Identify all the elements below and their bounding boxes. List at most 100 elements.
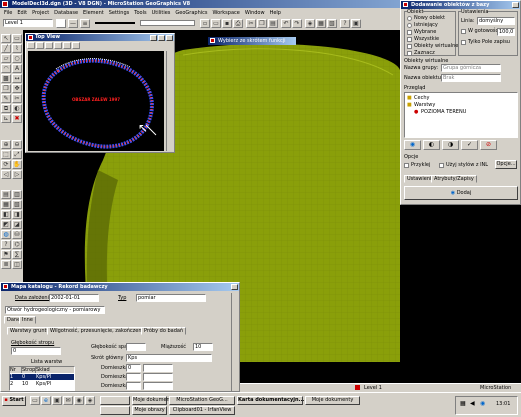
copy-icon[interactable]: ❐ <box>257 19 267 28</box>
level-select[interactable]: Level 1 <box>3 19 53 27</box>
survey-dialog-close-button[interactable] <box>231 284 238 290</box>
menu-help[interactable]: Help <box>270 10 281 16</box>
view-close-button[interactable] <box>166 35 173 41</box>
color-button[interactable] <box>56 19 66 28</box>
menu-file[interactable]: File <box>4 10 12 16</box>
top-view-canvas[interactable]: OBSZAR ZALEW 1997 ↖ <box>28 51 164 151</box>
view-next-icon[interactable]: ▷ <box>12 170 22 179</box>
zoom-in-icon[interactable]: ⊕ <box>1 140 11 149</box>
geographics-tool-1-icon[interactable]: ▤ <box>1 190 11 199</box>
view-tb-5-icon[interactable] <box>63 42 71 49</box>
save-icon[interactable]: ▪ <box>222 19 232 28</box>
task-button-2[interactable] <box>100 406 130 415</box>
table-row[interactable]: 2 10 Kps/Pl <box>10 381 74 387</box>
object-name-select[interactable]: Brak <box>441 74 501 82</box>
tab-warstwy-gruntu[interactable]: Warstwy gruntu <box>7 327 53 335</box>
readiness-input[interactable]: 100,0 <box>497 28 515 36</box>
menu-element[interactable]: Element <box>83 10 104 16</box>
menu-settings[interactable]: Settings <box>109 10 130 16</box>
column-header-sklad[interactable]: Skład <box>36 367 72 373</box>
tree-tool-5-icon[interactable]: ⊘ <box>480 140 497 150</box>
tree-tool-1-icon[interactable]: ◉ <box>404 140 421 150</box>
tree-tool-4-icon[interactable]: ✓ <box>461 140 478 150</box>
print-icon[interactable]: ⎙ <box>233 19 243 28</box>
view-maximize-button[interactable] <box>158 35 165 41</box>
description-input[interactable]: Otwór hydrogeologiczny - pomiarowy <box>5 306 105 314</box>
pan-view-icon[interactable]: ✋ <box>12 160 22 169</box>
feature-tree[interactable]: ■ Cechy ■ Warstwy ● POZIOMA TERENU <box>404 92 518 138</box>
view-tb-3-icon[interactable] <box>45 42 53 49</box>
menu-utilities[interactable]: Utilities <box>152 10 171 16</box>
references-icon[interactable]: ▦ <box>316 19 326 28</box>
add-objects-close-button[interactable] <box>512 2 519 8</box>
trim-tool-icon[interactable]: ✂ <box>12 94 22 103</box>
model-icon[interactable]: ◈ <box>305 19 315 28</box>
task-button-karta[interactable]: Karta dokumentacyjn... <box>237 396 304 405</box>
dimension-tool-icon[interactable]: ↔ <box>12 74 22 83</box>
change-attr-tool-icon[interactable]: ◐ <box>12 104 22 113</box>
cut-icon[interactable]: ✂ <box>246 19 256 28</box>
new-object-radio[interactable] <box>407 16 412 21</box>
topology-tool-icon[interactable]: ⌬ <box>12 240 22 249</box>
tray-app-icon[interactable]: ◉ <box>480 400 485 407</box>
select-tool-icon[interactable]: ↖ <box>1 34 11 43</box>
tree-item-warstwy[interactable]: Warstwy <box>414 102 435 108</box>
menu-window[interactable]: Window <box>245 10 265 16</box>
floating-dialog-title[interactable]: Wybierz ze skrótem funkcji <box>208 37 296 45</box>
task-button-microstation[interactable]: MicroStation GeoG... <box>169 396 235 405</box>
all-checkbox[interactable] <box>407 37 412 42</box>
options-button[interactable]: Opcje... <box>495 160 517 169</box>
line-tool-icon[interactable]: ╱ <box>1 44 11 53</box>
redo-icon[interactable]: ↷ <box>292 19 302 28</box>
quicklaunch-desktop-icon[interactable]: ▭ <box>30 396 40 405</box>
clock[interactable]: 13:01 <box>496 401 510 407</box>
thickness-input[interactable]: 10 <box>193 343 213 351</box>
readiness-checkbox[interactable] <box>461 29 466 34</box>
date-input[interactable]: 2002-01-01 <box>49 294 99 302</box>
tree-item-poziomica[interactable]: POZIOMA TERENU <box>421 109 466 115</box>
admixture-input-1b[interactable] <box>143 364 173 372</box>
selected-checkbox[interactable] <box>407 30 412 35</box>
geographics-tool-6-icon[interactable]: ◨ <box>12 210 22 219</box>
glue-checkbox[interactable] <box>404 163 409 168</box>
mark-checkbox[interactable] <box>407 51 412 56</box>
view-vertical-scrollbar[interactable] <box>166 51 173 151</box>
copy-tool-icon[interactable]: ❐ <box>1 84 11 93</box>
arc-tool-icon[interactable]: ◠ <box>1 64 11 73</box>
database-tool-icon[interactable]: ⛁ <box>12 230 22 239</box>
weight-button[interactable]: ≡ <box>80 19 90 28</box>
type-input[interactable]: pomiar <box>136 294 206 302</box>
task-button-my-documents-2[interactable]: Moje dokumenty <box>305 396 360 405</box>
circle-tool-icon[interactable]: ○ <box>12 54 22 63</box>
undo-icon[interactable]: ↶ <box>281 19 291 28</box>
analysis-tool-icon[interactable]: ∑ <box>12 250 22 259</box>
main-symbol-input[interactable]: Kps <box>126 354 212 362</box>
table-row[interactable]: 1 0 Kps/Pl <box>10 374 74 380</box>
polyline-tool-icon[interactable]: ⌇ <box>12 44 22 53</box>
task-button-1[interactable] <box>100 396 130 405</box>
geographics-tool-4-icon[interactable]: ▧ <box>12 200 22 209</box>
tree-item-cechy[interactable]: Cechy <box>414 95 429 101</box>
admixture-input-2[interactable] <box>126 373 141 381</box>
virtual-objects-checkbox[interactable] <box>407 44 412 49</box>
layer-tool-icon[interactable]: ≣ <box>1 260 11 269</box>
quicklaunch-app2-icon[interactable]: ◈ <box>85 396 95 405</box>
group-name-select[interactable]: Grupa górnicza <box>441 64 501 72</box>
subtab-inne[interactable]: Inne <box>19 316 36 324</box>
admixture-input-3[interactable] <box>126 382 141 390</box>
paste-icon[interactable]: ▤ <box>268 19 278 28</box>
linia-select[interactable]: domyślny <box>477 17 515 25</box>
quicklaunch-explorer-icon[interactable]: ▣ <box>52 396 62 405</box>
rotate-view-icon[interactable]: ⟳ <box>1 160 11 169</box>
fit-view-icon[interactable]: ⤢ <box>12 150 22 159</box>
use-styles-checkbox[interactable] <box>439 163 444 168</box>
open-file-icon[interactable]: ▭ <box>211 19 221 28</box>
map-tool-icon[interactable]: ◫ <box>12 260 22 269</box>
tray-volume-icon[interactable]: ◀ <box>470 400 475 407</box>
task-button-irfanview[interactable]: Clipboard01 - IrfanView <box>169 406 235 415</box>
menu-database[interactable]: Database <box>54 10 78 16</box>
view-tb-2-icon[interactable] <box>36 42 44 49</box>
menu-workspace[interactable]: Workspace <box>213 10 240 16</box>
view-tb-6-icon[interactable] <box>72 42 80 49</box>
fence-tool-icon[interactable]: ▭ <box>12 34 22 43</box>
